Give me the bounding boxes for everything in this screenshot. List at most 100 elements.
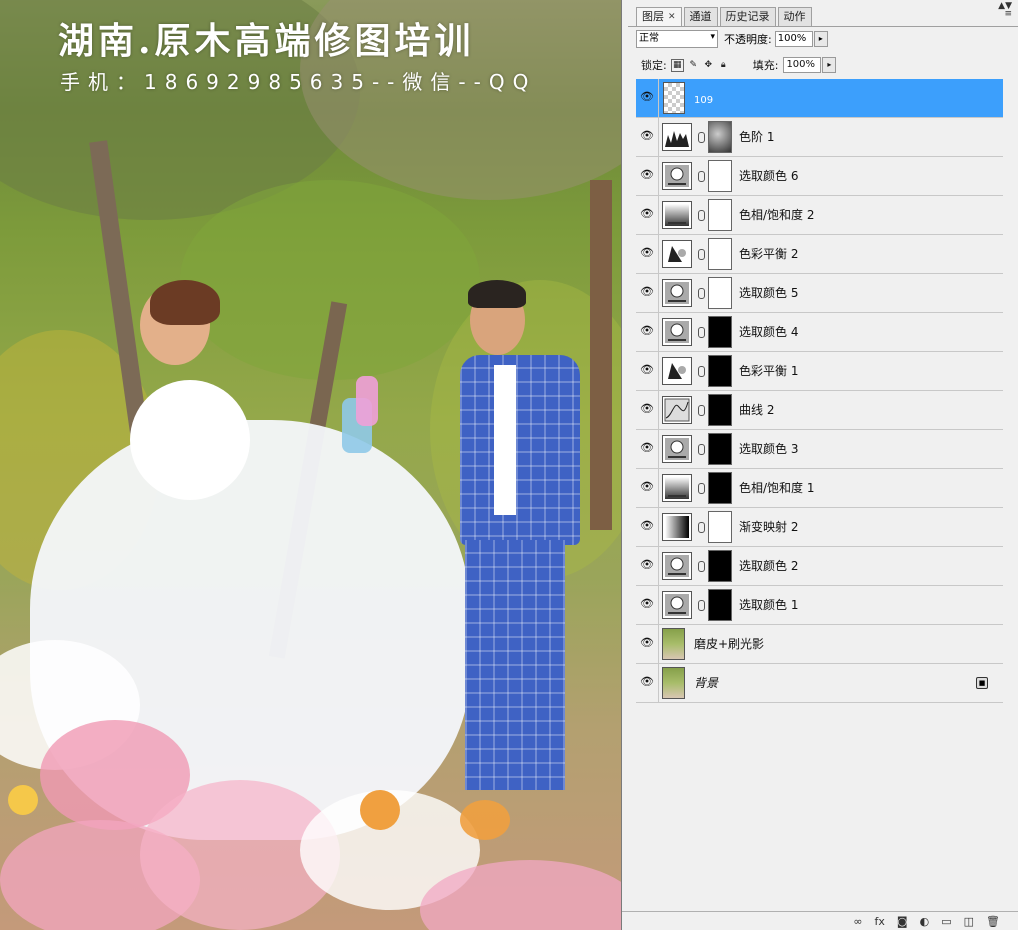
layer-mask-thumbnail[interactable] <box>708 433 732 465</box>
layer-row[interactable]: 👁︎ 109 <box>636 79 1003 118</box>
mask-link-icon[interactable] <box>698 561 705 572</box>
layer-name: 选取颜色 4 <box>739 325 799 339</box>
layer-row[interactable]: 👁︎ 色相/饱和度 1 <box>636 469 1003 508</box>
visibility-eye-icon[interactable]: 👁︎ <box>640 403 654 415</box>
link-icon[interactable]: ∞ <box>853 915 862 928</box>
fill-slider-button[interactable]: ▸ <box>822 57 837 73</box>
gradient-map-icon[interactable] <box>662 513 692 541</box>
lock-transparent-icon[interactable]: ▦ <box>670 58 684 72</box>
adjustment-icon[interactable]: ◐ <box>920 915 930 928</box>
new-layer-icon[interactable]: ◫ <box>964 915 974 928</box>
lock-image-icon[interactable]: ✎ <box>688 60 699 71</box>
selective-color-icon[interactable] <box>662 435 692 463</box>
layer-row[interactable]: 👁︎ 选取颜色 1 <box>636 586 1003 625</box>
mask-link-icon[interactable] <box>698 444 705 455</box>
image-canvas[interactable]: 湖南.原木高端修图培训 手机：18692985635--微信--QQ <box>0 0 621 930</box>
mask-link-icon[interactable] <box>698 132 705 143</box>
selective-color-icon[interactable] <box>662 591 692 619</box>
selective-color-icon[interactable] <box>662 552 692 580</box>
layer-mask-thumbnail[interactable] <box>708 316 732 348</box>
mask-link-icon[interactable] <box>698 327 705 338</box>
mask-link-icon[interactable] <box>698 249 705 260</box>
visibility-eye-icon[interactable]: 👁︎ <box>640 520 654 532</box>
opacity-label: 不透明度: <box>724 33 772 46</box>
visibility-eye-icon[interactable]: 👁︎ <box>640 169 654 181</box>
mask-link-icon[interactable] <box>698 405 705 416</box>
mask-link-icon[interactable] <box>698 522 705 533</box>
layer-row[interactable]: 👁︎ 选取颜色 5 <box>636 274 1003 313</box>
layer-mask-thumbnail[interactable] <box>708 394 732 426</box>
color-balance-icon[interactable] <box>662 240 692 268</box>
lock-all-icon[interactable]: 🔒︎ <box>718 60 729 71</box>
tab-1[interactable]: 通道 <box>683 7 718 26</box>
layer-row[interactable]: 👁︎ 色彩平衡 1 <box>636 352 1003 391</box>
layer-mask-thumbnail[interactable] <box>708 277 732 309</box>
layer-row[interactable]: 👁︎ 磨皮+刷光影 <box>636 625 1003 664</box>
selective-color-icon[interactable] <box>662 162 692 190</box>
selective-color-icon[interactable] <box>662 279 692 307</box>
visibility-eye-icon[interactable]: 👁︎ <box>640 598 654 610</box>
visibility-eye-icon[interactable]: 👁︎ <box>640 247 654 259</box>
hue-saturation-icon[interactable] <box>662 201 692 229</box>
add-mask-icon[interactable]: ◙ <box>897 915 908 928</box>
opacity-slider-button[interactable]: ▸ <box>813 31 828 47</box>
layer-mask-thumbnail[interactable] <box>708 160 732 192</box>
layer-mask-thumbnail[interactable] <box>708 472 732 504</box>
layer-mask-thumbnail[interactable] <box>708 238 732 270</box>
lock-position-icon[interactable]: ✥ <box>703 60 714 71</box>
color-balance-icon[interactable] <box>662 357 692 385</box>
layer-row[interactable]: 👁︎ 色阶 1 <box>636 118 1003 157</box>
visibility-eye-icon[interactable]: 👁︎ <box>640 130 654 142</box>
layer-row[interactable]: 👁︎ 选取颜色 2 <box>636 547 1003 586</box>
layer-row[interactable]: 👁︎ 背景 ■ <box>636 664 1003 703</box>
blend-mode-select[interactable]: 正常 ▾ <box>636 30 718 48</box>
layer-name: 选取颜色 2 <box>739 559 799 573</box>
visibility-eye-icon[interactable]: 👁︎ <box>640 442 654 454</box>
layer-mask-thumbnail[interactable] <box>708 121 732 153</box>
mask-link-icon[interactable] <box>698 366 705 377</box>
fx-icon[interactable]: fx <box>875 915 885 928</box>
layer-mask-thumbnail[interactable] <box>708 355 732 387</box>
visibility-eye-icon[interactable]: 👁︎ <box>640 286 654 298</box>
visibility-eye-icon[interactable]: 👁︎ <box>640 481 654 493</box>
mask-link-icon[interactable] <box>698 288 705 299</box>
layer-mask-thumbnail[interactable] <box>708 199 732 231</box>
layer-row[interactable]: 👁︎ 选取颜色 4 <box>636 313 1003 352</box>
trash-icon[interactable]: 🗑︎ <box>986 915 1000 928</box>
visibility-eye-icon[interactable]: 👁︎ <box>640 208 654 220</box>
layer-row[interactable]: 👁︎ 色彩平衡 2 <box>636 235 1003 274</box>
visibility-eye-icon[interactable]: 👁︎ <box>640 676 654 688</box>
group-icon[interactable]: ▭ <box>941 915 951 928</box>
panel-menu-icon[interactable]: ▲▼ ≡ <box>998 2 1012 19</box>
layer-row[interactable]: 👁︎ 选取颜色 3 <box>636 430 1003 469</box>
layer-row[interactable]: 👁︎ 曲线 2 <box>636 391 1003 430</box>
opacity-input[interactable]: 100% <box>774 31 813 47</box>
visibility-eye-icon[interactable]: 👁︎ <box>640 364 654 376</box>
layer-name: 选取颜色 3 <box>739 442 799 456</box>
visibility-eye-icon[interactable]: 👁︎ <box>640 559 654 571</box>
tab-3[interactable]: 动作 <box>777 7 812 26</box>
layer-row[interactable]: 👁︎ 色相/饱和度 2 <box>636 196 1003 235</box>
layer-mask-thumbnail[interactable] <box>708 511 732 543</box>
layer-mask-thumbnail[interactable] <box>708 550 732 582</box>
mask-link-icon[interactable] <box>698 483 705 494</box>
layer-row[interactable]: 👁︎ 渐变映射 2 <box>636 508 1003 547</box>
hue-saturation-icon[interactable] <box>662 474 692 502</box>
panel-tabs: 图层 ✕ 通道 历史记录 动作 <box>636 7 814 27</box>
layer-row[interactable]: 👁︎ 选取颜色 6 <box>636 157 1003 196</box>
levels-icon[interactable] <box>662 123 692 151</box>
lock-fill-row: 锁定: ▦ ✎ ✥ 🔒︎ 填充: 100% ▸ <box>641 56 837 74</box>
fill-input[interactable]: 100% <box>783 57 822 73</box>
curves-icon[interactable] <box>662 396 692 424</box>
tab-2[interactable]: 历史记录 <box>719 7 776 26</box>
visibility-eye-icon[interactable]: 👁︎ <box>640 325 654 337</box>
mask-link-icon[interactable] <box>698 600 705 611</box>
visibility-eye-icon[interactable]: 👁︎ <box>640 91 654 103</box>
tab-0[interactable]: 图层 ✕ <box>636 7 682 26</box>
selective-color-icon[interactable] <box>662 318 692 346</box>
close-icon[interactable]: ✕ <box>668 8 676 26</box>
mask-link-icon[interactable] <box>698 210 705 221</box>
layer-mask-thumbnail[interactable] <box>708 589 732 621</box>
visibility-eye-icon[interactable]: 👁︎ <box>640 637 654 649</box>
mask-link-icon[interactable] <box>698 171 705 182</box>
